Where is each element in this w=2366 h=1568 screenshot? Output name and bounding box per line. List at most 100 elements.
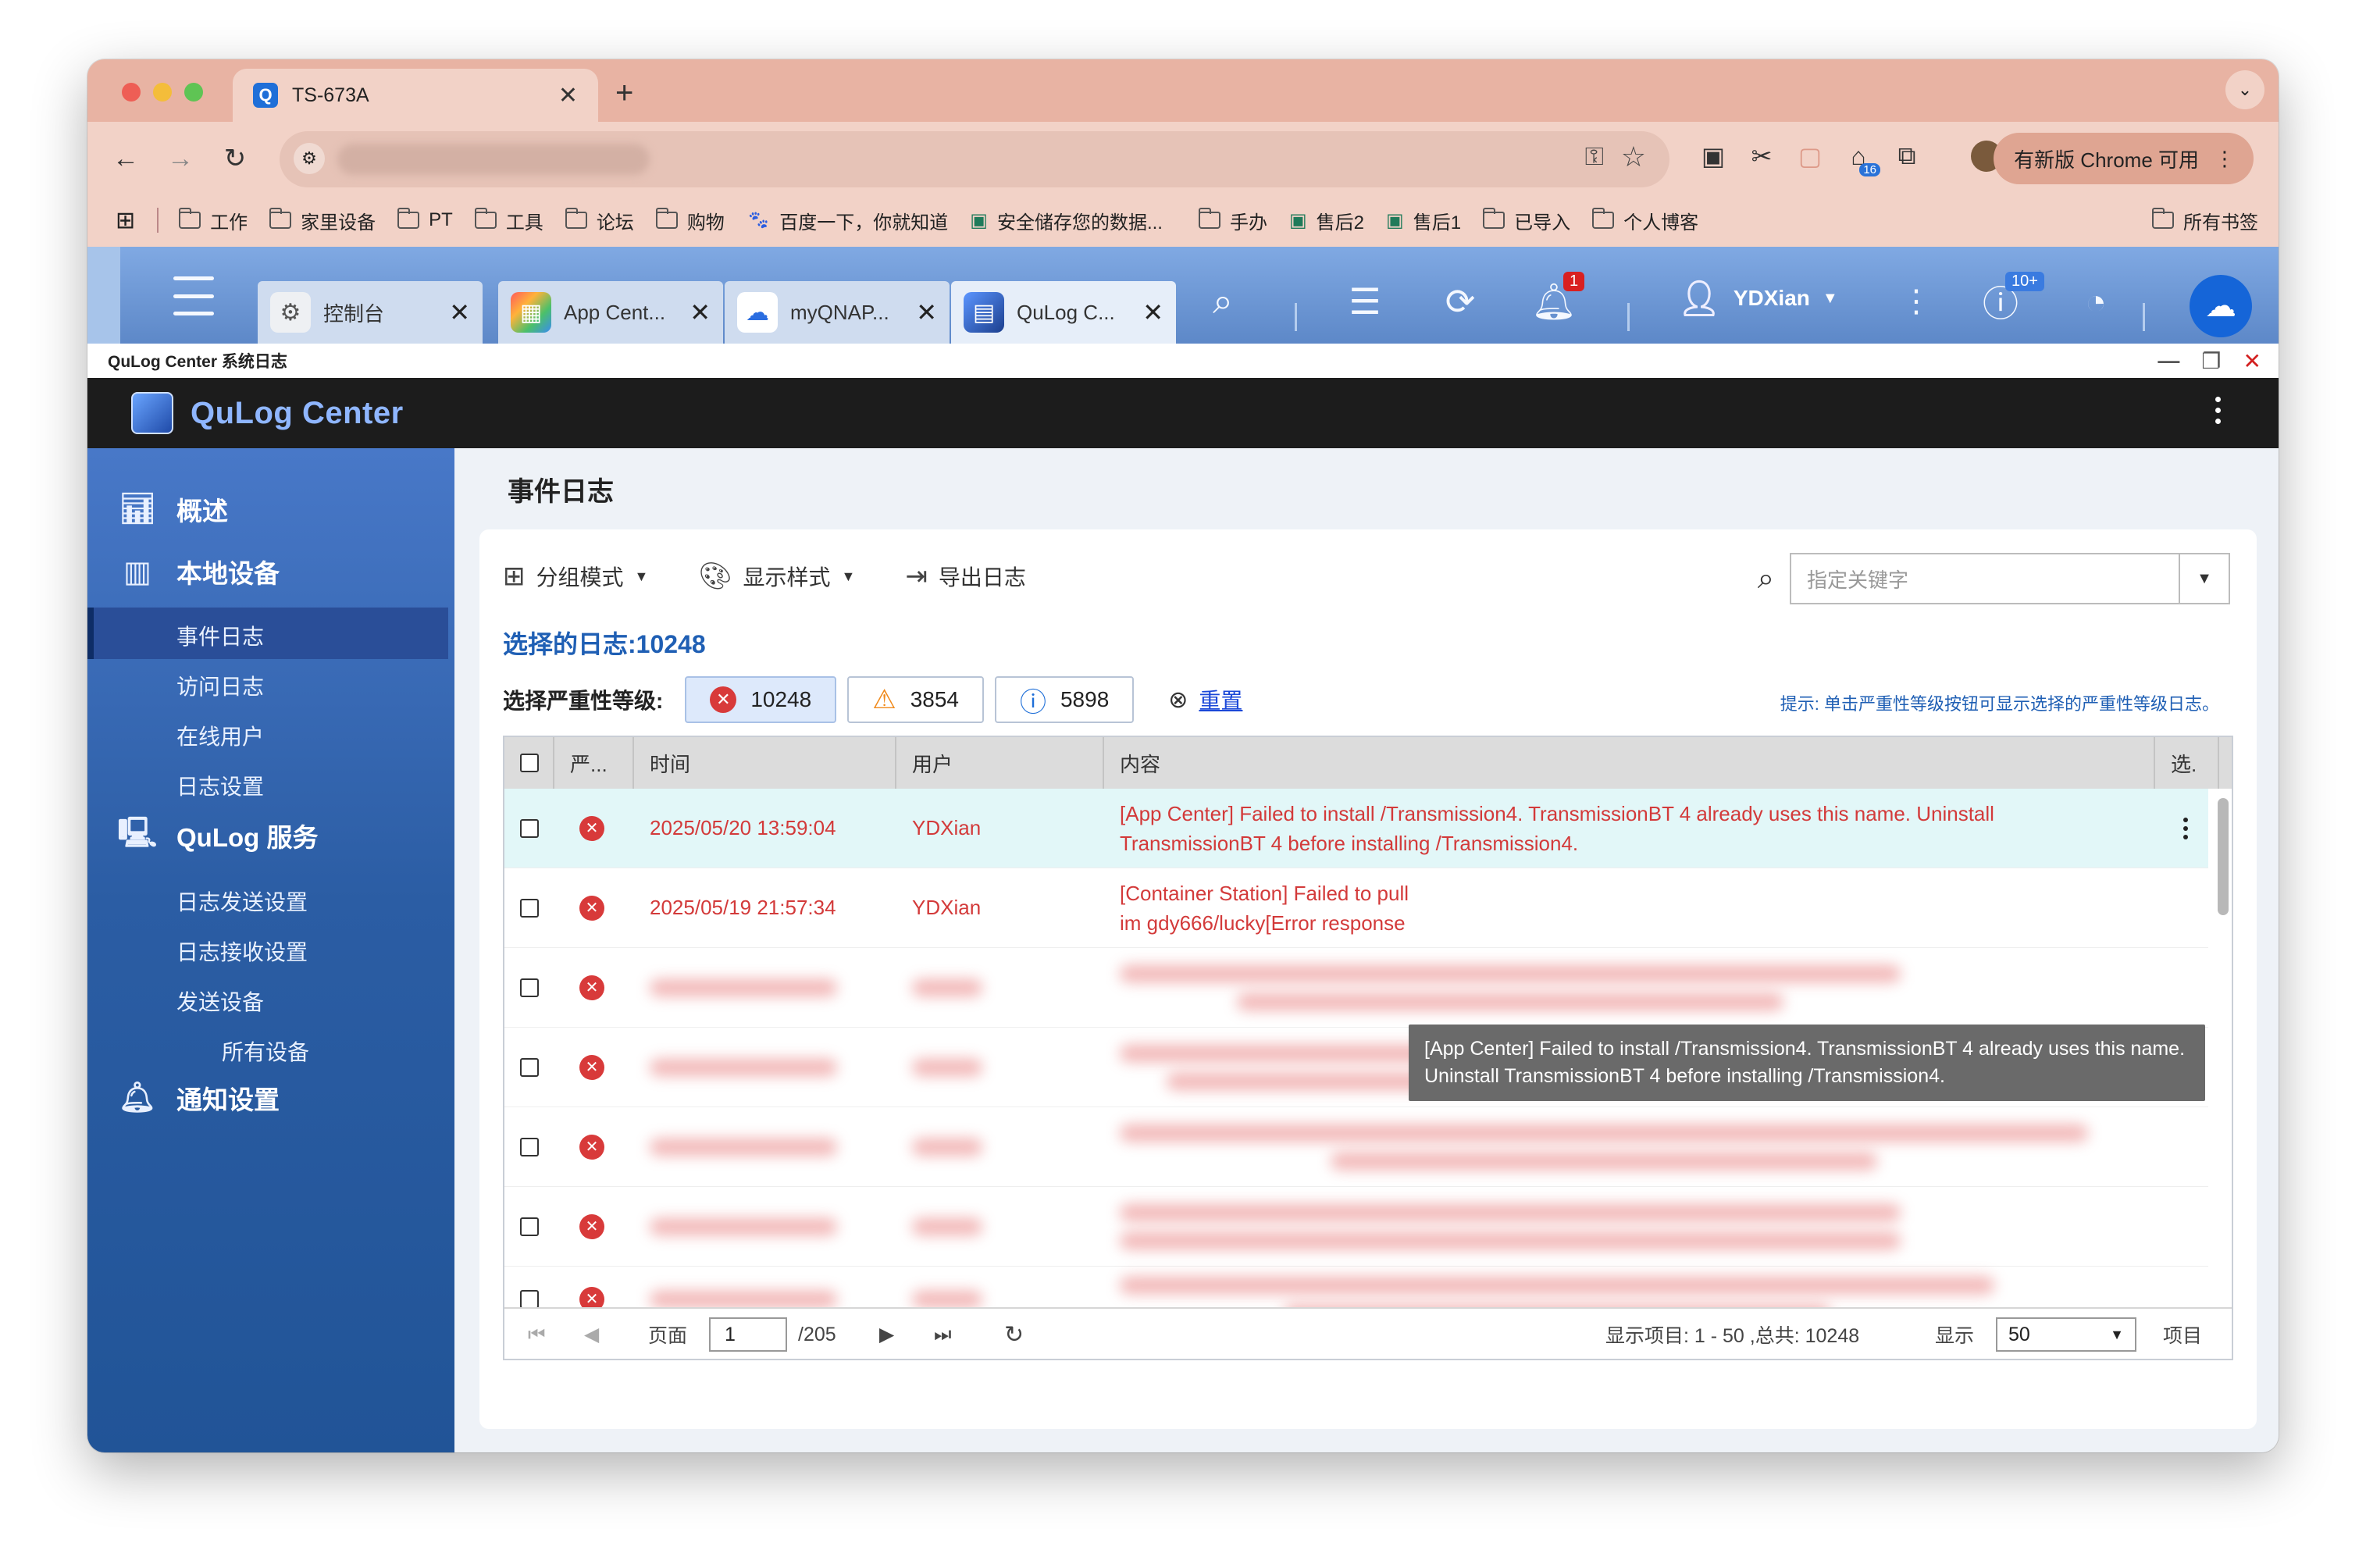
display-style-dropdown[interactable]: 🎨︎ 显示样式 ▼	[698, 561, 855, 592]
column-content[interactable]: 内容	[1104, 737, 2155, 789]
site-settings-icon[interactable]: ⚙	[294, 143, 325, 174]
table-row[interactable]: ✕	[504, 948, 2208, 1028]
qts-tab-control-panel[interactable]: ⚙ 控制台 ✕	[258, 281, 483, 344]
sidebar-item-event-log[interactable]: 事件日志	[176, 620, 264, 651]
column-user[interactable]: 用户	[896, 737, 1104, 789]
column-time[interactable]: 时间	[634, 737, 896, 789]
bookmark-item[interactable]: 🐾︎ 百度一下，你就知道	[747, 207, 948, 234]
keyword-input[interactable]: 指定关键字 ▼	[1790, 553, 2230, 604]
severity-info-button[interactable]: ⓘ 5898	[994, 676, 1135, 723]
table-row[interactable]: ✕ 2025/05/20 13:59:04 YDXian [App Center…	[504, 789, 2208, 868]
keyword-dropdown-icon[interactable]: ▼	[2179, 554, 2229, 603]
qts-tab-qulog[interactable]: ▤ QuLog C... ✕	[951, 281, 1176, 344]
bookmark-item[interactable]: 手办	[1198, 207, 1267, 234]
user-menu[interactable]: 👤︎ YDXian ▼	[1677, 278, 1838, 319]
first-page-icon[interactable]: ⏮	[528, 1309, 546, 1359]
password-key-icon[interactable]: ⚿	[1585, 142, 1604, 172]
extensions-puzzle-icon[interactable]: ⧉	[1885, 134, 1929, 178]
sidebar-item-all-devices[interactable]: 所有设备	[222, 1035, 309, 1067]
row-checkbox[interactable]	[520, 868, 539, 947]
severity-warning-button[interactable]: ⚠ 3854	[847, 676, 984, 723]
apps-grid-icon[interactable]: ⊞	[116, 207, 135, 234]
bookmark-star-icon[interactable]: ☆	[1621, 141, 1646, 173]
next-page-icon[interactable]: ▶	[879, 1309, 894, 1359]
minimize-window-button[interactable]	[153, 83, 172, 102]
chrome-menu-icon[interactable]: ⋮	[2215, 147, 2235, 171]
row-checkbox[interactable]	[520, 789, 539, 868]
add-column-button[interactable]: +	[2219, 737, 2232, 789]
more-vertical-icon[interactable]: ⋮	[1893, 278, 1940, 325]
bookmark-item[interactable]: 论坛	[565, 207, 634, 234]
bookmark-item[interactable]: 已导入	[1483, 207, 1570, 234]
sidebar-item-access-log[interactable]: 访问日志	[176, 670, 264, 701]
row-checkbox[interactable]	[520, 1028, 539, 1107]
sidebar-item-log-receive-settings[interactable]: 日志接收设置	[176, 935, 308, 967]
browser-tab-active[interactable]: Q TS-673A ✕	[233, 69, 598, 122]
row-checkbox[interactable]	[520, 1107, 539, 1186]
sidebar-group-qulog-service[interactable]: 🖳︎ QuLog 服务	[118, 817, 319, 854]
app-more-icon[interactable]	[2215, 397, 2221, 424]
dashboard-gauge-icon[interactable]: ◔	[2072, 278, 2119, 325]
close-icon[interactable]: ✕	[1142, 298, 1163, 327]
row-checkbox[interactable]	[520, 1187, 539, 1266]
extension-4-icon[interactable]: ⌂ 16	[1837, 134, 1880, 178]
reload-icon[interactable]: ↻	[214, 137, 256, 180]
row-more-icon[interactable]	[2183, 789, 2188, 868]
close-icon[interactable]: ✕	[2243, 348, 2261, 374]
column-select[interactable]: 选.	[2155, 737, 2219, 789]
sidebar-item-log-send-settings[interactable]: 日志发送设置	[176, 886, 308, 917]
myqnapcloud-icon[interactable]: ☁	[2190, 275, 2252, 337]
qts-tab-myqnap[interactable]: ☁ myQNAP... ✕	[725, 281, 950, 344]
bookmark-item[interactable]: PT	[397, 208, 453, 231]
table-row[interactable]: ✕	[504, 1107, 2208, 1187]
page-input[interactable]: 1	[709, 1317, 787, 1352]
severity-error-button[interactable]: ✕ 10248	[685, 676, 837, 723]
back-icon[interactable]: ←	[105, 137, 147, 180]
scrollbar-thumb[interactable]	[2218, 798, 2229, 915]
bookmark-item[interactable]: 工具	[474, 207, 543, 234]
tab-search-button[interactable]: ⌄	[2225, 70, 2264, 109]
sidebar-item-notification-settings[interactable]: 🔔︎ 通知设置	[119, 1079, 280, 1117]
last-page-icon[interactable]: ⏭	[934, 1309, 952, 1359]
prev-page-icon[interactable]: ◀	[584, 1309, 599, 1359]
search-icon[interactable]: ⌕	[1758, 562, 1774, 596]
search-icon[interactable]: ⌕	[1199, 278, 1246, 325]
column-severity[interactable]: 严...	[554, 737, 634, 789]
bookmark-item[interactable]: ▣ 售后2	[1289, 207, 1364, 234]
sidebar-item-log-settings[interactable]: 日志设置	[176, 770, 264, 801]
close-window-button[interactable]	[122, 83, 141, 102]
reset-link[interactable]: 重置	[1199, 684, 1242, 715]
sync-icon[interactable]: ⟳	[1437, 278, 1484, 325]
per-page-select[interactable]: 50 ▼	[1996, 1317, 2136, 1352]
minimize-icon[interactable]: —	[2158, 348, 2179, 373]
row-checkbox[interactable]	[520, 948, 539, 1027]
group-mode-dropdown[interactable]: ⊞ 分组模式 ▼	[503, 561, 648, 592]
close-icon[interactable]: ✕	[449, 298, 470, 327]
export-log-button[interactable]: ⇥ 导出日志	[905, 561, 1026, 592]
table-scrollbar[interactable]	[2218, 793, 2229, 1309]
close-tab-icon[interactable]: ✕	[558, 82, 578, 109]
address-bar[interactable]: ⚙ ⚿ ☆	[280, 131, 1669, 187]
sidebar-group-local-device[interactable]: ▥ 本地设备	[119, 553, 280, 590]
extension-2-icon[interactable]: ✂	[1740, 134, 1783, 178]
sidebar-item-send-devices[interactable]: 发送设备	[176, 985, 264, 1017]
forward-icon[interactable]: →	[159, 137, 201, 180]
sidebar-item-overview[interactable]: 📊︎ 概述	[119, 490, 228, 528]
close-icon[interactable]: ✕	[916, 298, 937, 327]
chrome-update-button[interactable]: 有新版 Chrome 可用 ⋮	[1994, 133, 2254, 184]
new-tab-button[interactable]: +	[615, 73, 633, 112]
main-menu-icon[interactable]	[173, 276, 214, 315]
extension-1-icon[interactable]: ▣	[1691, 134, 1735, 178]
all-bookmarks-button[interactable]: 所有书签	[2152, 207, 2258, 234]
table-row[interactable]: ✕	[504, 1187, 2208, 1267]
bookmark-item[interactable]: 个人博客	[1592, 207, 1698, 234]
select-all-checkbox[interactable]	[504, 737, 554, 789]
bookmark-item[interactable]: 家里设备	[269, 207, 376, 234]
bookmark-item[interactable]: ▣ 售后1	[1386, 207, 1461, 234]
bookmark-item[interactable]: 购物	[655, 207, 725, 234]
maximize-icon[interactable]: ❐	[2201, 348, 2221, 374]
extension-3-icon[interactable]: ▢	[1788, 134, 1832, 178]
bookmark-item[interactable]: 工作	[179, 207, 248, 234]
bookmark-item[interactable]: ▣ 安全储存您的数据...	[970, 207, 1163, 234]
qts-tab-app-center[interactable]: ▦ App Cent... ✕	[498, 281, 723, 344]
